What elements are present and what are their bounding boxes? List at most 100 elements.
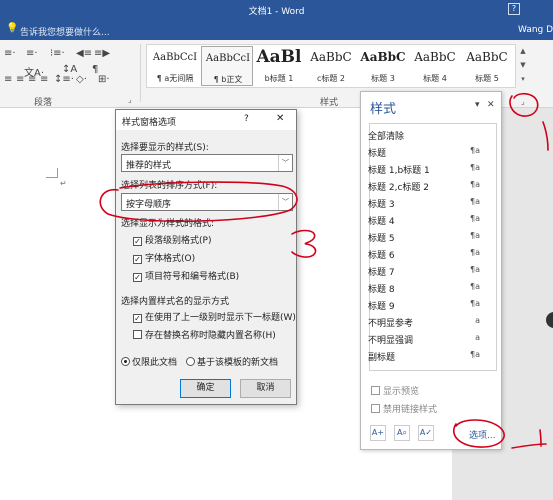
style-inspector-icon[interactable]: A⌕ (394, 425, 410, 441)
user-name[interactable]: Wang D (518, 25, 553, 35)
style-name: 标题 5 (475, 74, 499, 83)
manage-styles-icon[interactable]: A✓ (418, 425, 434, 441)
style-tile-normal[interactable]: AaBbCcI ¶ b正文 (201, 46, 253, 86)
ok-button[interactable]: 确定 (180, 379, 231, 398)
disable-linked-checkbox[interactable]: 禁用链接样式 (371, 402, 437, 415)
checkbox-label: 字体格式(O) (145, 254, 196, 264)
style-item[interactable]: 标题 1,b标题 1 ¶a (368, 163, 480, 176)
radio-selected[interactable] (121, 357, 130, 366)
style-item[interactable]: 标题 6 ¶a (368, 248, 480, 261)
builtin-names-label: 选择内置样式名的显示方式 (121, 297, 230, 307)
show-next-heading-checkbox[interactable]: ✓ 在使用了上一级别时显示下一标题(W) (133, 310, 296, 323)
style-item[interactable]: 副标题 ¶a (368, 350, 480, 363)
gallery-up-icon[interactable]: ▲ (517, 44, 529, 58)
gallery-more-icon[interactable]: ▾ (517, 72, 529, 86)
style-item-name: 标题 7 (368, 268, 395, 278)
checkbox-checked[interactable]: ✓ (133, 255, 142, 264)
chevron-down-icon[interactable]: ﹀ (278, 155, 292, 171)
paragraph-style-icon: ¶a (470, 282, 480, 291)
style-item[interactable]: 标题 8 ¶a (368, 282, 480, 295)
align-center-icon[interactable]: ≡ (16, 74, 24, 85)
style-name: 标题 4 (423, 74, 447, 83)
character-style-icon: a (475, 333, 480, 342)
paragraph-style-icon: ¶a (470, 163, 480, 172)
margin-corner-mark (46, 168, 58, 178)
align-right-icon[interactable]: ≡ (28, 74, 36, 85)
checkbox-unchecked[interactable] (371, 386, 380, 395)
styles-launcher-icon[interactable]: ⌟ (521, 97, 525, 106)
style-item[interactable]: 标题 5 ¶a (368, 231, 480, 244)
multilevel-list-icon[interactable]: ⁝≡· (50, 48, 65, 59)
gallery-down-icon[interactable]: ▼ (517, 58, 529, 72)
title-bar: 文档1 - Word ? (0, 0, 553, 20)
bullets-icon[interactable]: ≡· (4, 48, 16, 59)
decrease-indent-icon[interactable]: ◀≡ (76, 48, 92, 59)
checkbox-checked[interactable]: ✓ (133, 273, 142, 282)
pane-close-icon[interactable]: ✕ (487, 100, 495, 110)
checkbox-label: 在使用了上一级别时显示下一标题(W) (145, 313, 296, 323)
radio-unselected[interactable] (186, 357, 195, 366)
lightbulb-icon: 💡 (6, 23, 19, 34)
font-format-checkbox[interactable]: ✓ 字体格式(O) (133, 251, 195, 264)
style-item[interactable]: 标题 9 ¶a (368, 299, 480, 312)
justify-icon[interactable]: ≡ (40, 74, 48, 85)
show-styles-label: 选择要显示的样式(S): (121, 143, 209, 153)
bullet-format-checkbox[interactable]: ✓ 项目符号和编号格式(B) (133, 269, 239, 282)
checkbox-label: 禁用链接样式 (383, 405, 438, 415)
style-item[interactable]: 不明显强调 a (368, 333, 480, 346)
tell-me-input[interactable]: 告诉我您想要做什么... (20, 25, 110, 38)
style-tile-heading-4[interactable]: AaBbC 标题 4 (409, 46, 461, 86)
pane-menu-icon[interactable]: ▾ (475, 100, 480, 110)
sort-order-select[interactable]: 按字母顺序 ﹀ (121, 193, 293, 211)
shading-icon[interactable]: ◇· (76, 74, 87, 85)
help-icon[interactable]: ? (508, 3, 520, 15)
checkbox-unchecked[interactable] (371, 404, 380, 413)
paragraph-style-icon: ¶a (470, 197, 480, 206)
style-item-name: 标题 6 (368, 251, 395, 261)
show-styles-select[interactable]: 推荐的样式 ﹀ (121, 154, 293, 172)
style-item[interactable]: 标题 7 ¶a (368, 265, 480, 278)
sort-order-label: 选择列表的排序方式(F): (121, 181, 218, 191)
options-link[interactable]: 选项... (469, 428, 496, 441)
align-left-icon[interactable]: ≡ (4, 74, 12, 85)
style-tile-heading-1[interactable]: AaBl b标题 1 (253, 46, 305, 86)
style-item[interactable]: 标题 2,c标题 2 ¶a (368, 180, 480, 193)
style-tile-heading-2[interactable]: AaBbC c标题 2 (305, 46, 357, 86)
new-style-icon[interactable]: A+ (370, 425, 386, 441)
checkbox-unchecked[interactable] (133, 330, 142, 339)
style-tile-heading-3[interactable]: AaBbC 标题 3 (357, 46, 409, 86)
style-name: b标题 1 (264, 74, 294, 83)
style-sample: AaBbCcI (205, 53, 251, 64)
style-item[interactable]: 不明显参考 a (368, 316, 480, 329)
checkbox-checked[interactable]: ✓ (133, 237, 142, 246)
format-label: 选择显示为样式的格式: (121, 219, 215, 229)
paragraph-style-icon: ¶a (470, 146, 480, 155)
style-pane-options-dialog: 样式窗格选项 ? ✕ 选择要显示的样式(S): 推荐的样式 ﹀ 选择列表的排序方… (115, 109, 297, 405)
style-tile-no-spacing[interactable]: AaBbCcI ¶ a无间隔 (149, 46, 201, 86)
borders-icon[interactable]: ⊞· (98, 74, 110, 85)
checkbox-checked[interactable]: ✓ (133, 314, 142, 323)
style-item[interactable]: 标题 3 ¶a (368, 197, 480, 210)
style-item-name: 标题 (368, 149, 387, 159)
radio-template[interactable]: 基于该模板的新文档 (186, 355, 278, 368)
line-spacing-icon[interactable]: ↕≡· (54, 74, 74, 85)
paragraph-mark: ↵ (60, 179, 67, 188)
cancel-button[interactable]: 取消 (240, 379, 291, 398)
hide-builtin-checkbox[interactable]: 存在替换名称时隐藏内置名称(H) (133, 328, 276, 341)
numbering-icon[interactable]: ≡· (26, 48, 38, 59)
style-item-clear-all[interactable]: 全部清除 (368, 129, 480, 142)
style-item[interactable]: 标题 4 ¶a (368, 214, 480, 227)
paragraph-launcher-icon[interactable]: ⌟ (128, 95, 132, 104)
style-sample: AaBbC (360, 50, 406, 64)
show-preview-checkbox[interactable]: 显示预览 (371, 384, 419, 397)
style-name: ¶ b正文 (213, 75, 243, 84)
increase-indent-icon[interactable]: ≡▶ (94, 48, 110, 59)
dialog-help-icon[interactable]: ? (244, 114, 249, 124)
dialog-close-icon[interactable]: ✕ (276, 113, 284, 124)
chevron-down-icon[interactable]: ﹀ (278, 194, 292, 210)
character-style-icon: a (475, 316, 480, 325)
radio-this-document[interactable]: 仅限此文档 (121, 355, 177, 368)
style-tile-heading-5[interactable]: AaBbC 标题 5 (461, 46, 513, 86)
style-item[interactable]: 标题 ¶a (368, 146, 480, 159)
paragraph-format-checkbox[interactable]: ✓ 段落级别格式(P) (133, 233, 211, 246)
